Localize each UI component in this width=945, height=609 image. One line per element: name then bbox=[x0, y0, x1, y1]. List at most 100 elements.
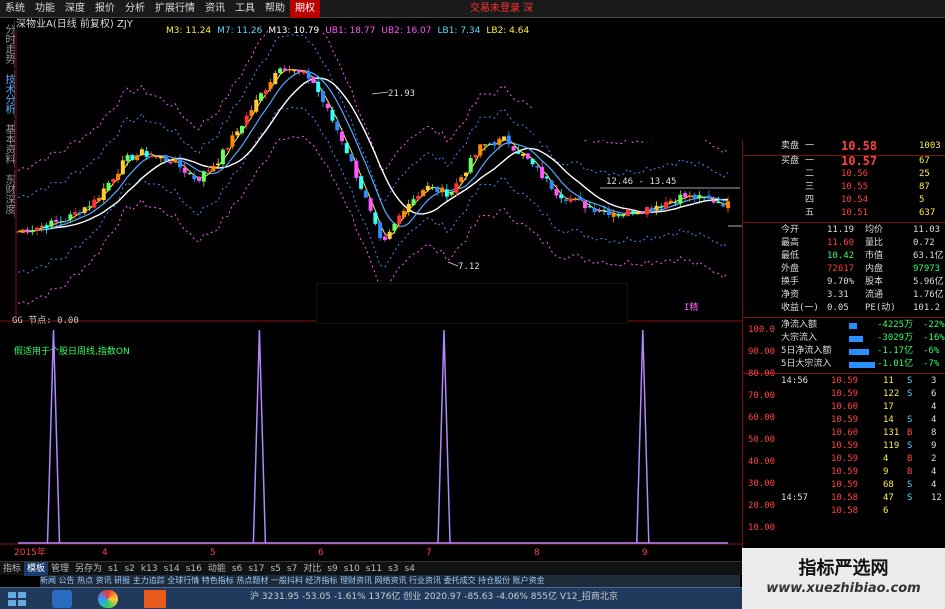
menu-item-3[interactable]: 报价 bbox=[90, 0, 120, 18]
candle bbox=[706, 190, 711, 201]
indicator-tab-0[interactable]: 指标 bbox=[0, 562, 24, 576]
menu-item-8[interactable]: 帮助 bbox=[260, 0, 290, 18]
stat-value2-3: 97973 bbox=[913, 264, 941, 274]
flow-value-3: -1.01亿 bbox=[877, 359, 914, 369]
indicator-tick-3: 70.00 bbox=[748, 391, 776, 401]
menu-item-2[interactable]: 深度 bbox=[60, 0, 90, 18]
tick-price-1: 10.59 bbox=[831, 389, 859, 399]
indicator-tab-9[interactable]: 动能 bbox=[205, 562, 229, 576]
gg-spike bbox=[437, 329, 451, 544]
stat-value-4: 9.70% bbox=[827, 277, 855, 287]
candle bbox=[311, 76, 316, 84]
buy-vol-0: 67 bbox=[919, 156, 930, 166]
indicator-tab-1[interactable]: 模板 bbox=[24, 562, 49, 576]
sep-3 bbox=[743, 317, 945, 318]
menu-item-1[interactable]: 功能 bbox=[30, 0, 60, 18]
time-axis-month-5: 9 bbox=[642, 548, 648, 558]
indicator-tab-10[interactable]: s6 bbox=[229, 562, 245, 576]
tick-side-5: S bbox=[907, 441, 913, 451]
tick-price-9: 10.58 bbox=[831, 493, 859, 503]
time-axis: 2015年 4 5 6 7 8 9 bbox=[0, 547, 742, 560]
sell-row-1: 卖盘一 10.58 1003 bbox=[743, 140, 945, 153]
tick-price-5: 10.59 bbox=[831, 441, 859, 451]
indicator-tab-14[interactable]: 对比 bbox=[300, 562, 324, 576]
tick-extra-6: 2 bbox=[931, 454, 937, 464]
app-a-icon[interactable] bbox=[52, 590, 72, 608]
candle bbox=[220, 147, 225, 168]
menu-item-6[interactable]: 资讯 bbox=[200, 0, 230, 18]
candle bbox=[259, 91, 264, 102]
candle bbox=[368, 197, 373, 213]
indicator-tab-3[interactable]: 另存为 bbox=[72, 562, 105, 576]
candle bbox=[530, 158, 535, 167]
indicator-tick-9: 10.00 bbox=[748, 523, 776, 533]
tick-side-0: S bbox=[907, 376, 913, 386]
tick-vol-8: 68 bbox=[883, 480, 894, 490]
candle bbox=[116, 168, 121, 184]
indicator-tab-8[interactable]: s16 bbox=[183, 562, 205, 576]
tick-vol-7: 9 bbox=[883, 467, 889, 477]
candle bbox=[430, 184, 435, 191]
browser-icon[interactable] bbox=[98, 590, 118, 608]
tick-vol-4: 131 bbox=[883, 428, 900, 438]
indicator-tab-6[interactable]: k13 bbox=[138, 562, 161, 576]
candle bbox=[92, 195, 97, 209]
stat-row-3: 外盘 72617 内盘 97973 bbox=[743, 263, 945, 276]
tick-side-4: B bbox=[907, 428, 913, 438]
flow-bar-2 bbox=[849, 349, 869, 355]
indicator-tab-16[interactable]: s10 bbox=[341, 562, 363, 576]
tick-side-1: S bbox=[907, 389, 913, 399]
sep-2 bbox=[743, 222, 945, 223]
tick-extra-0: 3 bbox=[931, 376, 937, 386]
buy-price-3: 10.54 bbox=[841, 195, 869, 205]
login-status-text[interactable]: 交易未登录 深 bbox=[470, 0, 533, 18]
tick-side-6: B bbox=[907, 454, 913, 464]
indicator-tab-12[interactable]: s5 bbox=[267, 562, 283, 576]
buy-level-0: 一 bbox=[805, 156, 815, 166]
time-axis-year: 2015年 bbox=[14, 548, 46, 558]
indicator-tab-13[interactable]: s7 bbox=[284, 562, 300, 576]
candle bbox=[106, 180, 111, 192]
menu-item-7[interactable]: 工具 bbox=[230, 0, 260, 18]
menu-item-5[interactable]: 扩展行情 bbox=[150, 0, 200, 18]
trading-app-icon[interactable] bbox=[144, 590, 166, 608]
menu-item-0[interactable]: 系统 bbox=[0, 0, 30, 18]
menu-item-9[interactable]: 期权 bbox=[290, 0, 320, 18]
indicator-tab-11[interactable]: s17 bbox=[245, 562, 267, 576]
indicator-tab-15[interactable]: s9 bbox=[324, 562, 340, 576]
low-price-label: 7.12 bbox=[458, 262, 480, 272]
indicator-tab-4[interactable]: s1 bbox=[105, 562, 121, 576]
candle bbox=[340, 127, 345, 145]
buy-price-1: 10.56 bbox=[841, 169, 869, 179]
tick-extra-9: 12 bbox=[931, 493, 942, 503]
indicator-tick-6: 40.00 bbox=[748, 457, 776, 467]
indicator-tab-2[interactable]: 管理 bbox=[48, 562, 72, 576]
tick-extra-5: 9 bbox=[931, 441, 937, 451]
candle bbox=[606, 205, 611, 219]
gg-spike bbox=[252, 329, 267, 544]
stat-row-2: 最低 10.42 市值 63.1亿 bbox=[743, 250, 945, 263]
candle bbox=[25, 227, 30, 235]
upper-right-blank bbox=[534, 0, 945, 140]
indicator-tick-4: 60.00 bbox=[748, 413, 776, 423]
gg-spike bbox=[46, 329, 61, 544]
time-axis-month-1: 5 bbox=[210, 548, 216, 558]
indicator-tab-19[interactable]: s4 bbox=[402, 562, 418, 576]
indicator-tab-18[interactable]: s3 bbox=[385, 562, 401, 576]
indicator-tab-5[interactable]: s2 bbox=[121, 562, 137, 576]
candle bbox=[273, 70, 278, 85]
menu-item-4[interactable]: 分析 bbox=[120, 0, 150, 18]
news-marquee[interactable]: 新闻 公告 热点 资讯 研报 主力追踪 全球行情 特色指标 热点题材 一般抖料 … bbox=[40, 575, 740, 587]
candle bbox=[44, 222, 49, 234]
flow-label-1: 大宗流入 bbox=[781, 333, 818, 343]
stat-label2-6: PE(动) bbox=[865, 303, 896, 313]
flow-pct-2: -6% bbox=[923, 346, 940, 356]
windows-start-icon[interactable] bbox=[6, 591, 28, 607]
indicator-tab-17[interactable]: s11 bbox=[363, 562, 385, 576]
candle bbox=[211, 162, 216, 172]
buy-vol-3: 5 bbox=[919, 195, 925, 205]
indicator-axis: 100.0 90.00 80.00 70.00 60.00 50.00 40.00 30.00… bbox=[742, 325, 782, 550]
buy-label-0: 买盘 bbox=[781, 156, 800, 166]
stat-label2-5: 流通 bbox=[865, 290, 884, 300]
indicator-tab-7[interactable]: s14 bbox=[161, 562, 183, 576]
